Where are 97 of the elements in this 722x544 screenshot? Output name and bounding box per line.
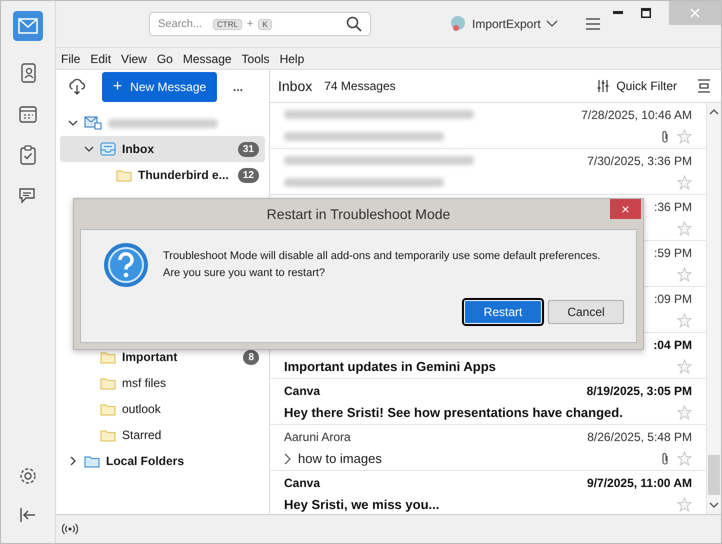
message-sender: Canva bbox=[284, 384, 320, 398]
account-switcher[interactable]: ImportExport bbox=[449, 15, 558, 33]
scroll-down-icon[interactable] bbox=[709, 501, 719, 509]
unread-count: 8 bbox=[243, 350, 259, 364]
message-date: 7/28/2025, 10:46 AM bbox=[581, 108, 692, 122]
message-row[interactable]: Aaruni Arora 8/26/2025, 5:48 PM how to images bbox=[270, 425, 706, 471]
clipboard-check-icon[interactable] bbox=[20, 145, 36, 165]
star-icon[interactable] bbox=[677, 175, 692, 190]
folder-icon bbox=[100, 376, 116, 390]
star-icon[interactable] bbox=[677, 129, 692, 144]
star-icon[interactable] bbox=[677, 267, 692, 282]
calendar-icon[interactable] bbox=[19, 105, 37, 123]
chevron-down-icon bbox=[546, 20, 558, 28]
search-field[interactable]: Search... CTRL + K bbox=[149, 12, 371, 36]
message-date: 8/19/2025, 3:05 PM bbox=[586, 384, 692, 398]
message-count: 74 Messages bbox=[324, 79, 396, 93]
folder-row[interactable]: Local Folders bbox=[60, 448, 265, 474]
quick-filter-button[interactable]: Quick Filter bbox=[596, 79, 677, 93]
folder-row[interactable]: Starred bbox=[60, 422, 265, 448]
menu-item[interactable]: Tools bbox=[242, 52, 270, 66]
menu-item[interactable]: View bbox=[121, 52, 147, 66]
message-row[interactable]: 7/30/2025, 3:36 PM bbox=[270, 149, 706, 195]
folder-label: msf files bbox=[122, 376, 166, 390]
scroll-up-icon[interactable] bbox=[709, 108, 719, 116]
message-date: :04 PM bbox=[653, 338, 692, 352]
message-subject: how to images bbox=[298, 451, 382, 466]
star-icon[interactable] bbox=[677, 221, 692, 236]
message-sender: Canva bbox=[284, 476, 320, 490]
folder-label: outlook bbox=[122, 402, 161, 416]
scrollbar[interactable] bbox=[706, 103, 721, 514]
dialog-title: Restart in Troubleshoot Mode bbox=[266, 206, 450, 222]
close-icon bbox=[690, 8, 700, 18]
scrollbar-thumb[interactable] bbox=[708, 455, 720, 495]
folder-icon bbox=[100, 428, 116, 442]
keyboard-key: K bbox=[258, 18, 272, 30]
menu-item[interactable]: Go bbox=[156, 52, 173, 66]
folder-label: Starred bbox=[122, 428, 162, 442]
message-date: :09 PM bbox=[654, 292, 692, 306]
message-date: :59 PM bbox=[654, 246, 692, 260]
sliders-icon bbox=[596, 79, 610, 93]
new-message-button[interactable]: + New Message bbox=[102, 72, 217, 102]
account-avatar-icon bbox=[449, 15, 467, 33]
mail-icon[interactable] bbox=[13, 11, 43, 41]
settings-icon[interactable] bbox=[19, 467, 37, 485]
search-icon bbox=[346, 16, 362, 32]
inbox-icon bbox=[100, 142, 116, 156]
folder-icon bbox=[84, 454, 100, 468]
message-sender: Aaruni Arora bbox=[284, 430, 351, 444]
folder-title: Inbox bbox=[278, 78, 312, 94]
menu-item[interactable]: Message bbox=[182, 52, 232, 66]
folder-row[interactable]: Thunderbird e... 12 bbox=[60, 162, 265, 188]
unread-count: 12 bbox=[238, 168, 259, 182]
chevron-icon[interactable] bbox=[284, 452, 292, 464]
cloud-download-icon[interactable] bbox=[68, 79, 86, 95]
star-icon[interactable] bbox=[677, 313, 692, 328]
menu-item[interactable]: Edit bbox=[90, 52, 112, 66]
menu-item[interactable]: File bbox=[61, 52, 80, 66]
message-date: 8/26/2025, 5:48 PM bbox=[587, 430, 692, 444]
message-date: :36 PM bbox=[654, 200, 692, 214]
address-book-icon[interactable] bbox=[20, 63, 36, 83]
dialog-message: Troubleshoot Mode will disable all add-ons and temporarily use some default preferences. Are you sure you want to restart? bbox=[163, 249, 600, 281]
folder-icon bbox=[100, 402, 116, 416]
message-subject: Hey Sristi, we miss you... bbox=[284, 497, 440, 512]
message-subject: Hey there Sristi! See how presentations have changed. bbox=[284, 405, 623, 420]
keyboard-key: CTRL bbox=[213, 18, 242, 30]
folder-row[interactable]: msf files bbox=[60, 370, 265, 396]
star-icon[interactable] bbox=[677, 405, 692, 420]
message-row[interactable]: 7/28/2025, 10:46 AM bbox=[270, 103, 706, 149]
message-date: 9/7/2025, 11:00 AM bbox=[587, 476, 692, 490]
close-button[interactable]: × bbox=[610, 199, 641, 219]
minimize-icon[interactable] bbox=[613, 11, 623, 15]
unread-count: 31 bbox=[238, 142, 259, 156]
connection-status-icon[interactable] bbox=[62, 523, 78, 535]
account-icon bbox=[84, 116, 102, 130]
folder-row[interactable]: outlook bbox=[60, 396, 265, 422]
key-separator: + bbox=[246, 18, 254, 30]
collapse-icon[interactable] bbox=[19, 507, 37, 523]
question-icon bbox=[103, 242, 149, 288]
cancel-button[interactable]: Cancel bbox=[548, 300, 624, 324]
message-date: 7/30/2025, 3:36 PM bbox=[587, 154, 692, 168]
folder-label: Inbox bbox=[122, 142, 154, 156]
folder-label: Thunderbird e... bbox=[138, 168, 229, 182]
message-subject: Important updates in Gemini Apps bbox=[284, 359, 496, 374]
menu-icon[interactable] bbox=[586, 18, 600, 30]
restart-button[interactable]: Restart bbox=[464, 300, 542, 324]
star-icon[interactable] bbox=[677, 497, 692, 512]
star-icon[interactable] bbox=[677, 359, 692, 374]
folder-label: Important bbox=[122, 350, 178, 364]
star-icon[interactable] bbox=[677, 451, 692, 466]
message-row[interactable]: Canva 8/19/2025, 3:05 PM Hey there Sristi! See how presentations have changed. bbox=[270, 379, 706, 425]
folder-label: Local Folders bbox=[106, 454, 184, 468]
display-options-icon[interactable] bbox=[697, 79, 711, 93]
menu-item[interactable]: Help bbox=[280, 52, 304, 66]
folder-icon bbox=[116, 168, 132, 182]
maximize-icon[interactable] bbox=[641, 8, 651, 18]
more-button[interactable]: ... bbox=[233, 80, 244, 94]
folder-row[interactable]: Inbox 31 bbox=[60, 136, 265, 162]
